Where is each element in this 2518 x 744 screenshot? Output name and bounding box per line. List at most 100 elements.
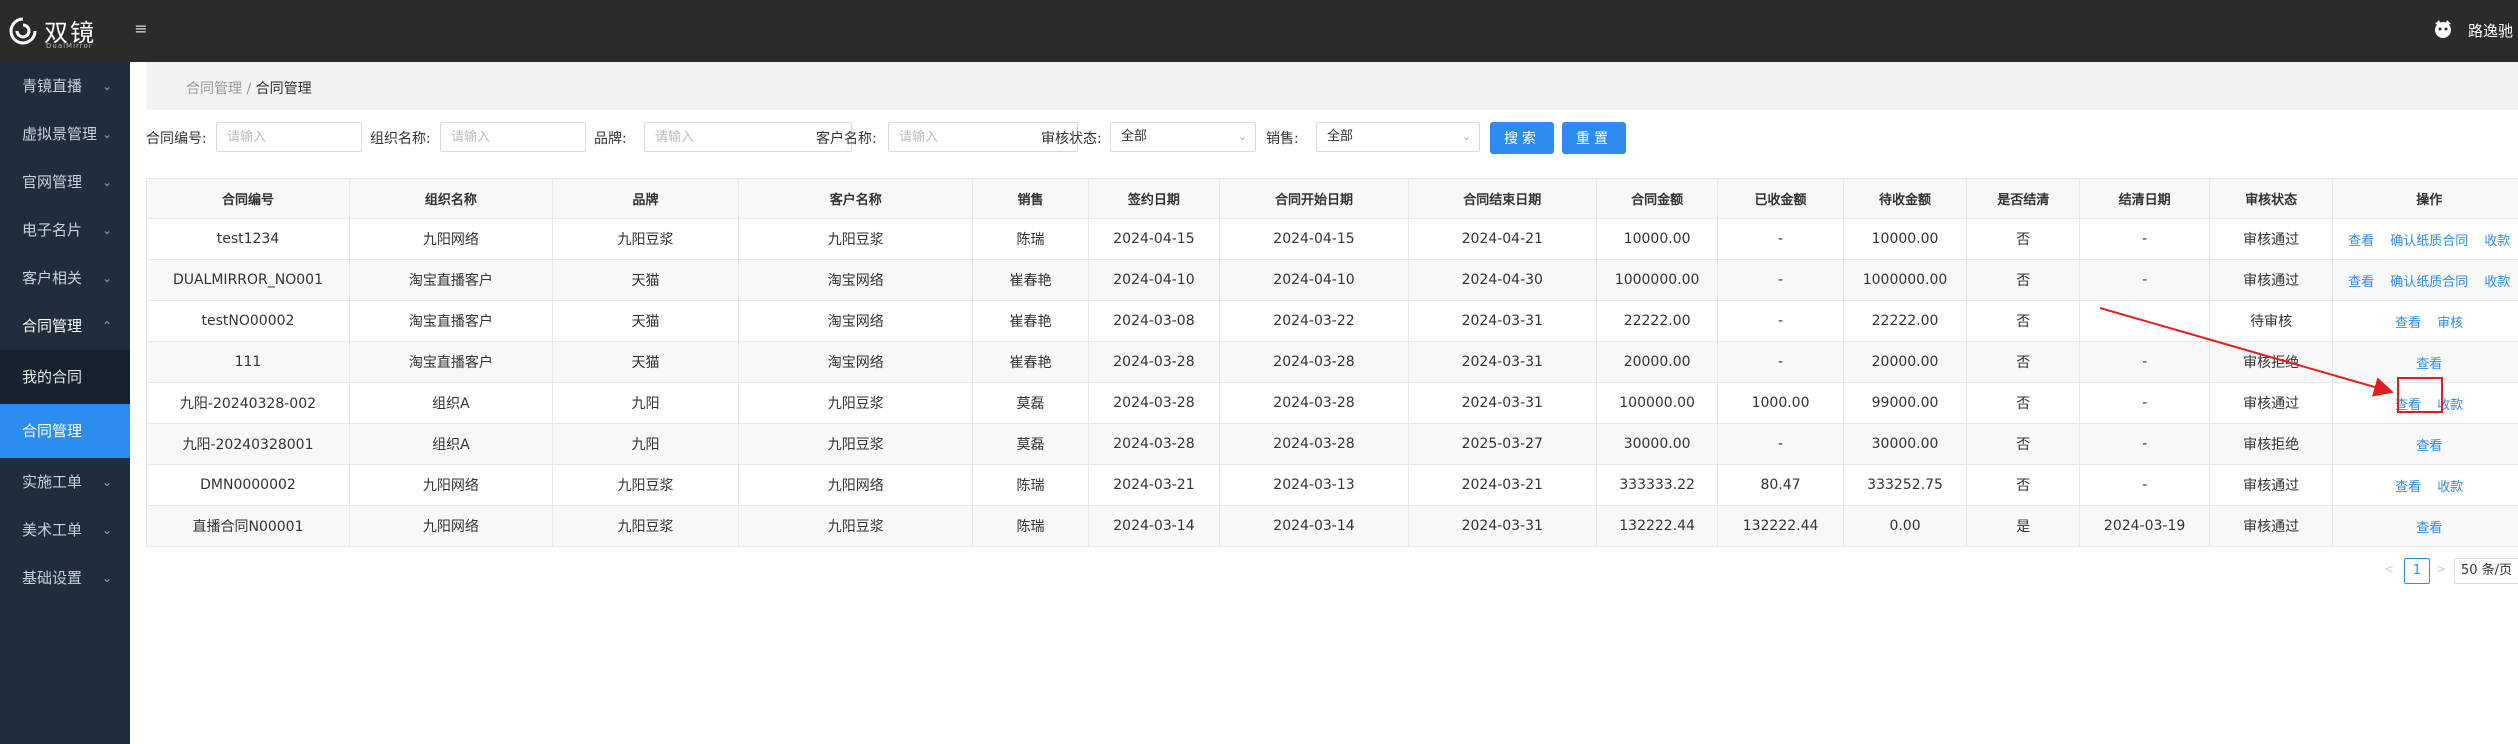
audit-link[interactable]: 审核 bbox=[2437, 316, 2463, 331]
sidebar-item-contract[interactable]: 合同管理 ⌃ bbox=[0, 302, 130, 350]
org-name-label: 组织名称: bbox=[370, 131, 431, 147]
collect-payment-link[interactable]: 收款 bbox=[2484, 275, 2510, 290]
chevron-down-icon: ⌄ bbox=[101, 271, 112, 285]
search-button[interactable]: 搜索 bbox=[1490, 122, 1554, 154]
column-header: 操作 bbox=[2332, 178, 2518, 219]
actions-cell: 查看 bbox=[2332, 423, 2518, 465]
view-link[interactable]: 查看 bbox=[2395, 480, 2421, 495]
table-cell: 2024-04-30 bbox=[1407, 259, 1597, 301]
user-avatar-icon[interactable] bbox=[2430, 18, 2456, 44]
table-cell: 九阳网络 bbox=[348, 464, 553, 506]
view-link[interactable]: 查看 bbox=[2416, 439, 2442, 454]
sidebar: 青镜直播 ⌄ 虚拟景管理 ⌄ 官网管理 ⌄ 电子名片 ⌄ 客户相关 ⌄ 合同管理 ⌃ 我的合… bbox=[0, 62, 130, 744]
breadcrumb-parent[interactable]: 合同管理 bbox=[186, 81, 242, 97]
table-cell: 2024-04-10 bbox=[1087, 259, 1221, 301]
table-cell: 2024-03-13 bbox=[1219, 464, 1409, 506]
table-cell: 审核通过 bbox=[2208, 218, 2334, 260]
contract-no-input[interactable] bbox=[216, 122, 362, 152]
table-cell: 10000.00 bbox=[1595, 218, 1719, 260]
table-cell: 2024-03-31 bbox=[1407, 341, 1597, 383]
table-cell: 333333.22 bbox=[1595, 464, 1719, 506]
sidebar-subitem-contract-management[interactable]: 合同管理 bbox=[0, 404, 130, 458]
table-cell: 九阳豆浆 bbox=[551, 464, 740, 506]
table-cell: 天猫 bbox=[551, 341, 740, 383]
sidebar-item-virtual-scene[interactable]: 虚拟景管理 ⌄ bbox=[0, 110, 130, 158]
hamburger-icon[interactable]: ≡ bbox=[132, 20, 150, 38]
sidebar-item-customer[interactable]: 客户相关 ⌄ bbox=[0, 254, 130, 302]
table-cell: 否 bbox=[1966, 382, 2081, 424]
table-cell: - bbox=[2079, 464, 2210, 506]
table-cell: 九阳豆浆 bbox=[551, 218, 740, 260]
table-cell: 组织A bbox=[348, 382, 553, 424]
table-cell: DUALMIRROR_NO001 bbox=[146, 259, 350, 301]
table-row: DMN0000002 九阳网络 九阳豆浆 九阳网络 陈瑞 2024-03-21 2024-0… bbox=[146, 464, 2518, 506]
table-cell: 崔春艳 bbox=[972, 341, 1089, 383]
app-logo[interactable]: 双镜 DualMirror bbox=[8, 12, 108, 52]
actions-cell: 查看 确认纸质合同 收款 bbox=[2332, 218, 2518, 260]
sales-select[interactable]: 全部 ⌄ bbox=[1316, 122, 1480, 152]
breadcrumb-current: 合同管理 bbox=[255, 81, 312, 97]
table-cell: 审核通过 bbox=[2208, 505, 2334, 547]
collect-payment-link[interactable]: 收款 bbox=[2484, 234, 2510, 249]
table-cell: - bbox=[1717, 423, 1844, 465]
breadcrumb-bar: 合同管理 / 合同管理 bbox=[146, 62, 2518, 110]
table-cell: - bbox=[1717, 259, 1844, 301]
table-cell: 是 bbox=[1966, 505, 2081, 547]
table-cell: 2024-03-14 bbox=[1087, 505, 1221, 547]
sidebar-item-settings[interactable]: 基础设置 ⌄ bbox=[0, 554, 130, 602]
view-link[interactable]: 查看 bbox=[2416, 357, 2442, 372]
table-cell: - bbox=[1717, 341, 1844, 383]
table-cell: 直播合同N00001 bbox=[146, 505, 350, 547]
view-link[interactable]: 查看 bbox=[2416, 521, 2442, 536]
table-cell: 2024-03-31 bbox=[1407, 505, 1597, 547]
table-cell: 2024-03-28 bbox=[1219, 341, 1409, 383]
column-header: 销售 bbox=[972, 178, 1089, 219]
sidebar-item-label: 美术工单 bbox=[22, 521, 83, 539]
table-cell: 淘宝网络 bbox=[738, 300, 974, 342]
table-cell: 1000000.00 bbox=[1595, 259, 1719, 301]
sidebar-item-website[interactable]: 官网管理 ⌄ bbox=[0, 158, 130, 206]
sidebar-item-label: 我的合同 bbox=[22, 368, 83, 386]
table-cell: 99000.00 bbox=[1842, 382, 1968, 424]
sidebar-item-label: 合同管理 bbox=[22, 422, 83, 440]
table-cell: 否 bbox=[1966, 423, 2081, 465]
sidebar-item-ecard[interactable]: 电子名片 ⌄ bbox=[0, 206, 130, 254]
prev-page-icon[interactable]: < bbox=[2384, 562, 2394, 576]
username[interactable]: 路逸驰 bbox=[2468, 20, 2518, 41]
page-number-current[interactable]: 1 bbox=[2404, 558, 2430, 584]
table-cell: 2024-03-21 bbox=[1087, 464, 1221, 506]
audit-status-select[interactable]: 全部 ⌄ bbox=[1110, 122, 1256, 152]
org-name-input[interactable] bbox=[440, 122, 586, 152]
collect-payment-link[interactable]: 收款 bbox=[2437, 480, 2463, 495]
sidebar-item-art[interactable]: 美术工单 ⌄ bbox=[0, 506, 130, 554]
sales-value: 全部 bbox=[1327, 129, 1354, 144]
filter-bar: 合同编号: 组织名称: 品牌: 客户名称: 审核状态: 全部⌄ 销售: 全部⌄ … bbox=[146, 118, 2518, 158]
column-header: 客户名称 bbox=[738, 178, 974, 219]
table-cell: 1000.00 bbox=[1717, 382, 1844, 424]
sidebar-item-live[interactable]: 青镜直播 ⌄ bbox=[0, 62, 130, 110]
table-cell: 2024-03-28 bbox=[1219, 423, 1409, 465]
sidebar-subitem-my-contracts[interactable]: 我的合同 bbox=[0, 350, 130, 404]
view-link[interactable]: 查看 bbox=[2348, 234, 2374, 249]
table-cell: 待审核 bbox=[2208, 300, 2334, 342]
view-link[interactable]: 查看 bbox=[2395, 316, 2421, 331]
table-cell: 淘宝网络 bbox=[738, 259, 974, 301]
table-cell: 100000.00 bbox=[1595, 382, 1719, 424]
sidebar-item-label: 实施工单 bbox=[22, 473, 83, 491]
reset-button[interactable]: 重置 bbox=[1562, 122, 1626, 154]
page-size-select[interactable]: 50 条/页 bbox=[2454, 558, 2518, 584]
confirm-paper-contract-link[interactable]: 确认纸质合同 bbox=[2390, 275, 2468, 290]
table-cell: 审核拒绝 bbox=[2208, 341, 2334, 383]
chevron-down-icon: ⌄ bbox=[101, 571, 112, 585]
sidebar-item-implementation[interactable]: 实施工单 ⌄ bbox=[0, 458, 130, 506]
confirm-paper-contract-link[interactable]: 确认纸质合同 bbox=[2390, 234, 2468, 249]
chevron-up-icon: ⌃ bbox=[101, 319, 112, 333]
table-cell: 111 bbox=[146, 341, 350, 383]
column-header: 品牌 bbox=[551, 178, 740, 219]
column-header: 合同开始日期 bbox=[1219, 178, 1409, 219]
sidebar-item-label: 青镜直播 bbox=[22, 77, 83, 95]
next-page-icon[interactable]: > bbox=[2436, 562, 2446, 576]
view-link[interactable]: 查看 bbox=[2348, 275, 2374, 290]
column-header: 已收金额 bbox=[1717, 178, 1844, 219]
breadcrumb: 合同管理 / 合同管理 bbox=[186, 78, 312, 98]
